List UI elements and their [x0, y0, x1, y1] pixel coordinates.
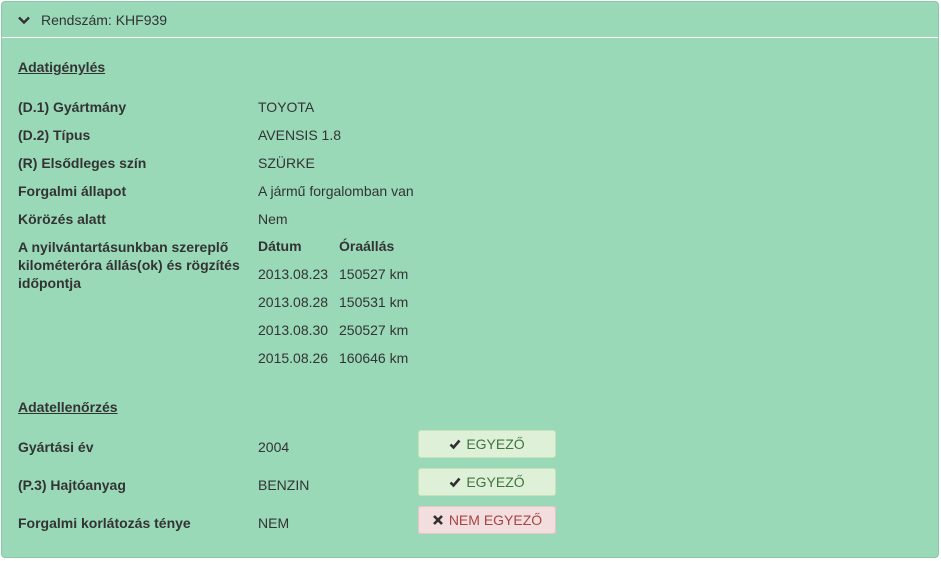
row-label: (D.2) Típus	[18, 127, 91, 143]
data-row: (R) Elsődleges szín SZÜRKE	[18, 154, 918, 174]
data-row: Körözés alatt Nem	[18, 210, 918, 230]
match-badge[interactable]: EGYEZŐ	[418, 468, 556, 496]
row-label: Forgalmi állapot	[18, 183, 127, 199]
odometer-date: 2015.08.26	[258, 350, 329, 366]
odometer-col-reading: Óraállás	[339, 238, 395, 254]
odometer-col-date: Dátum	[258, 238, 302, 254]
panel-title: Rendszám: KHF939	[41, 11, 168, 28]
badge-label: NEM EGYEZŐ	[448, 512, 543, 528]
check-row: Forgalmi korlátozás ténye NEM NEM EGYEZŐ	[18, 506, 918, 534]
mismatch-badge[interactable]: NEM EGYEZŐ	[418, 506, 556, 534]
odometer-date: 2013.08.23	[258, 266, 329, 282]
data-row: Forgalmi állapot A jármű forgalomban van	[18, 182, 918, 202]
panel-header-toggle[interactable]: Rendszám: KHF939	[2, 2, 938, 38]
row-label: Gyártási év	[18, 439, 94, 455]
row-label: (P.3) Hajtóanyag	[18, 477, 126, 493]
match-badge[interactable]: EGYEZŐ	[418, 430, 556, 458]
check-icon	[449, 476, 461, 488]
data-row: (D.2) Típus AVENSIS 1.8	[18, 126, 918, 146]
row-value: NEM	[258, 515, 290, 531]
check-row: (P.3) Hajtóanyag BENZIN EGYEZŐ	[18, 468, 918, 496]
odometer-label: A nyilvántartásunkban szereplő kilométer…	[18, 239, 240, 291]
badge-label: EGYEZŐ	[466, 474, 525, 490]
check-row: Gyártási év 2004 EGYEZŐ	[18, 430, 918, 458]
odometer-date: 2013.08.30	[258, 322, 329, 338]
row-value: Nem	[258, 211, 288, 227]
row-label: (D.1) Gyártmány	[18, 99, 127, 115]
row-label: Forgalmi korlátozás ténye	[18, 515, 191, 531]
row-label: (R) Elsődleges szín	[18, 155, 147, 171]
section-title-check: Adatellenőrzés	[18, 399, 118, 415]
section-title-request: Adatigénylés	[18, 59, 106, 75]
check-icon	[449, 438, 461, 450]
row-value: A jármű forgalomban van	[258, 183, 414, 199]
row-value: AVENSIS 1.8	[258, 127, 342, 143]
x-icon	[432, 514, 444, 526]
row-value: 2004	[258, 439, 290, 455]
vehicle-panel: Rendszám: KHF939 Adatigénylés (D.1) Gyár…	[1, 1, 939, 558]
data-row: (D.1) Gyártmány TOYOTA	[18, 98, 918, 118]
odometer-reading: 150527 km	[339, 266, 409, 282]
odometer-reading: 150531 km	[339, 294, 409, 310]
row-value: TOYOTA	[258, 99, 315, 115]
row-label: Körözés alatt	[18, 211, 106, 227]
odometer-reading: 160646 km	[339, 350, 409, 366]
row-value: BENZIN	[258, 477, 310, 493]
chevron-down-icon	[18, 14, 30, 26]
badge-label: EGYEZŐ	[466, 436, 525, 452]
odometer-date: 2013.08.28	[258, 294, 329, 310]
row-value: SZÜRKE	[258, 155, 315, 171]
odometer-reading: 250527 km	[339, 322, 409, 338]
